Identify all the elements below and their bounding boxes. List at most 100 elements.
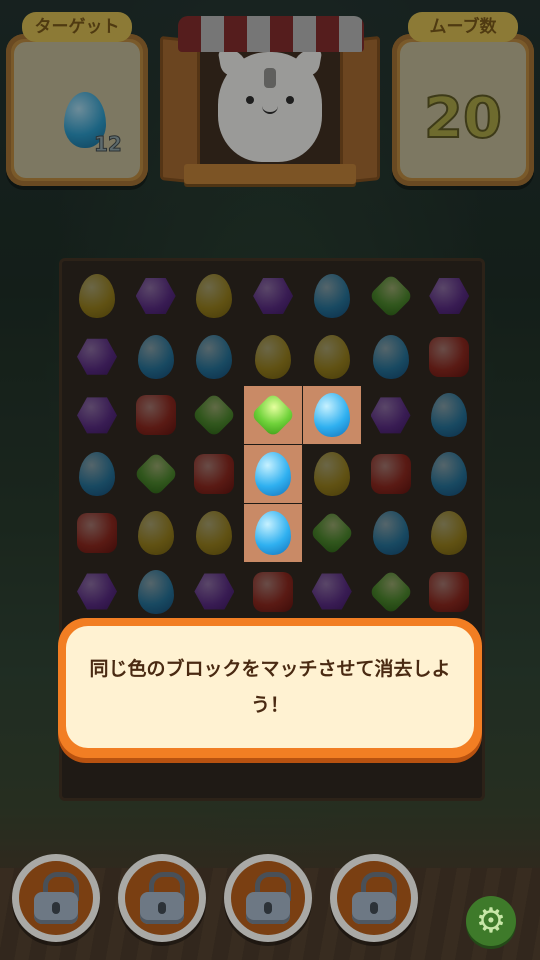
purple-hex-gem-icon bbox=[311, 573, 352, 610]
board-cell[interactable] bbox=[127, 504, 185, 562]
target-panel-title: ターゲット bbox=[22, 12, 132, 42]
hamster-in-window-icon bbox=[160, 8, 380, 198]
booster-slot-4[interactable] bbox=[330, 854, 418, 942]
board-cell[interactable] bbox=[362, 267, 420, 325]
board-cell[interactable] bbox=[244, 267, 302, 325]
board-cell[interactable] bbox=[244, 503, 303, 562]
tutorial-dialog-inner: 同じ色のブロックをマッチさせて消去しよう！ bbox=[66, 626, 474, 748]
purple-hex-gem-icon bbox=[77, 338, 117, 375]
blue-egg-gem-icon bbox=[431, 452, 468, 497]
board-cell[interactable] bbox=[185, 504, 243, 562]
red-square-gem-icon bbox=[194, 454, 235, 495]
moves-panel: 20 ムーブ数 bbox=[392, 12, 534, 186]
window-shutter-left bbox=[160, 35, 200, 185]
purple-hex-gem-icon bbox=[429, 278, 470, 314]
board-cell[interactable] bbox=[68, 267, 126, 325]
target-count: 12 bbox=[94, 132, 123, 157]
blue-egg-gem-icon bbox=[196, 334, 233, 379]
board-cell[interactable] bbox=[127, 267, 185, 325]
green-diamond-gem-icon bbox=[191, 392, 238, 439]
green-diamond-gem-icon bbox=[367, 273, 414, 319]
purple-hex-gem-icon bbox=[135, 278, 176, 314]
board-cell[interactable] bbox=[127, 563, 185, 621]
board-cell[interactable] bbox=[68, 504, 126, 562]
window-sill bbox=[184, 164, 356, 184]
blue-egg-gem-icon bbox=[255, 452, 292, 497]
yellow-egg-gem-icon bbox=[79, 274, 115, 318]
blue-egg-gem-icon bbox=[372, 510, 409, 555]
board-cell[interactable] bbox=[420, 267, 478, 325]
board-cell[interactable] bbox=[362, 386, 420, 444]
red-square-gem-icon bbox=[429, 571, 470, 612]
board-cell[interactable] bbox=[420, 386, 478, 444]
board-cell[interactable] bbox=[244, 328, 302, 386]
blue-egg-gem-icon bbox=[79, 452, 115, 497]
yellow-egg-gem-icon bbox=[196, 510, 233, 555]
booster-slot-3[interactable] bbox=[224, 854, 312, 942]
moves-panel-inner: 20 bbox=[400, 42, 526, 178]
board-cell[interactable] bbox=[185, 563, 243, 621]
blue-egg-gem-icon bbox=[372, 334, 409, 379]
red-square-gem-icon bbox=[135, 395, 176, 436]
yellow-egg-gem-icon bbox=[431, 510, 468, 555]
booster-slot-2[interactable] bbox=[118, 854, 206, 942]
board-cell[interactable] bbox=[303, 563, 361, 621]
board-cell[interactable] bbox=[68, 445, 126, 503]
board-cell[interactable] bbox=[303, 328, 361, 386]
yellow-egg-gem-icon bbox=[255, 334, 292, 379]
board-cell[interactable] bbox=[302, 386, 361, 445]
purple-hex-gem-icon bbox=[77, 573, 117, 610]
board-cell[interactable] bbox=[185, 386, 243, 444]
settings-button[interactable]: ⚙ bbox=[466, 896, 516, 946]
board-cell[interactable] bbox=[185, 267, 243, 325]
board-cell[interactable] bbox=[362, 445, 420, 503]
board-cell[interactable] bbox=[185, 445, 243, 503]
red-square-gem-icon bbox=[77, 512, 117, 553]
gear-icon: ⚙ bbox=[475, 901, 507, 941]
moves-panel-title: ムーブ数 bbox=[408, 12, 518, 42]
board-cell[interactable] bbox=[127, 386, 185, 444]
lock-icon bbox=[140, 872, 185, 924]
blue-egg-gem-icon bbox=[313, 274, 350, 318]
red-square-gem-icon bbox=[370, 454, 411, 495]
blue-egg-gem-icon bbox=[137, 569, 174, 614]
board-cell[interactable] bbox=[362, 328, 420, 386]
target-panel-inner: 12 bbox=[14, 42, 140, 178]
board-cell[interactable] bbox=[244, 563, 302, 621]
striped-awning bbox=[178, 16, 364, 52]
board-cell[interactable] bbox=[244, 386, 303, 445]
board-cell[interactable] bbox=[420, 445, 478, 503]
tutorial-dialog[interactable]: 同じ色のブロックをマッチさせて消去しよう！ bbox=[58, 618, 482, 758]
window-shutter-right bbox=[340, 35, 380, 185]
board-cell[interactable] bbox=[420, 504, 478, 562]
lock-icon bbox=[246, 872, 291, 924]
blue-egg-gem-icon bbox=[313, 393, 350, 438]
board-cell[interactable] bbox=[127, 328, 185, 386]
blue-egg-gem-icon bbox=[431, 393, 468, 438]
board-cell[interactable] bbox=[420, 328, 478, 386]
purple-hex-gem-icon bbox=[370, 397, 411, 434]
board-cell[interactable] bbox=[127, 445, 185, 503]
board-cell[interactable] bbox=[303, 267, 361, 325]
board-cell[interactable] bbox=[244, 445, 303, 504]
target-panel: 12 ターゲット bbox=[6, 12, 148, 186]
board-cell[interactable] bbox=[362, 563, 420, 621]
yellow-egg-gem-icon bbox=[313, 452, 350, 497]
booster-slot-1[interactable] bbox=[12, 854, 100, 942]
board-cell[interactable] bbox=[68, 563, 126, 621]
board-cell[interactable] bbox=[68, 386, 126, 444]
board-cell[interactable] bbox=[420, 563, 478, 621]
board-cell[interactable] bbox=[68, 328, 126, 386]
board-cell[interactable] bbox=[303, 445, 361, 503]
red-square-gem-icon bbox=[429, 336, 470, 377]
hamster-eye-left bbox=[246, 96, 254, 104]
board-cell[interactable] bbox=[185, 328, 243, 386]
purple-hex-gem-icon bbox=[253, 278, 294, 314]
yellow-egg-gem-icon bbox=[137, 510, 174, 555]
red-square-gem-icon bbox=[253, 571, 294, 612]
purple-hex-gem-icon bbox=[77, 397, 117, 434]
board-cell[interactable] bbox=[303, 504, 361, 562]
green-diamond-gem-icon bbox=[367, 568, 414, 615]
board-cell[interactable] bbox=[362, 504, 420, 562]
green-diamond-gem-icon bbox=[250, 392, 296, 439]
